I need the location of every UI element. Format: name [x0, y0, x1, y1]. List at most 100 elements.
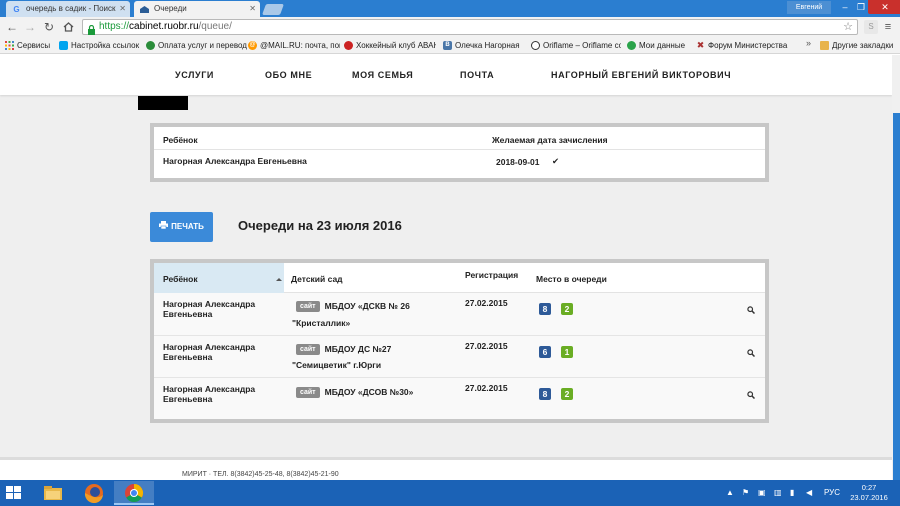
tab-title: очередь в садик - Поиск	[26, 4, 116, 13]
bookmark-other[interactable]: Другие закладки	[820, 39, 900, 52]
file-explorer-icon[interactable]	[33, 481, 73, 505]
chrome-taskbar-icon[interactable]	[114, 481, 154, 505]
address-bar[interactable]: https://cabinet.ruobr.ru/queue/ ☆	[82, 19, 858, 35]
magnifier-icon[interactable]	[747, 344, 756, 358]
site-link-badge[interactable]: сайт	[296, 301, 320, 313]
tab-title: Очереди	[154, 4, 187, 13]
new-tab-button[interactable]	[261, 4, 285, 15]
tray-flag-icon[interactable]: ⚑	[742, 488, 749, 498]
extension-icon[interactable]: S	[864, 20, 878, 34]
bookmark-services[interactable]: Сервисы	[5, 39, 57, 52]
queue-place-badge: 8	[539, 388, 551, 400]
tab-queues[interactable]: Очереди ✕	[134, 1, 260, 17]
bookmark-payments[interactable]: Оплата услуг и перевод	[146, 39, 250, 52]
bookmarks-bar: Сервисы Настройка ссылок Оплата услуг и …	[0, 37, 900, 54]
profile-button[interactable]: Евгений	[787, 1, 831, 14]
magnifier-icon[interactable]	[747, 301, 756, 315]
bookmark-avangard[interactable]: Хоккейный клуб АВАНГАРД	[344, 39, 436, 52]
site-link-badge[interactable]: сайт	[296, 344, 320, 356]
forward-arrow-icon[interactable]: →	[22, 19, 38, 35]
print-button-label: ПЕЧАТЬ	[171, 222, 204, 232]
check-icon: ✔	[552, 156, 560, 166]
reload-icon[interactable]: ↻	[41, 19, 57, 35]
child-name: Нагорная Александра Евгеньевна	[163, 384, 256, 404]
child-table-header: Ребёнок Желаемая дата зачисления	[154, 127, 765, 150]
child-name: Нагорная Александра Евгеньевна	[163, 299, 256, 319]
page-scrollbar[interactable]	[892, 55, 900, 480]
site-navbar: УСЛУГИ ОБО МНЕ МОЯ СЕМЬЯ ПОЧТА НАГОРНЫЙ …	[0, 55, 892, 95]
home-icon[interactable]	[60, 19, 76, 35]
close-window-button[interactable]: ✕	[868, 0, 900, 14]
my-data-icon	[627, 41, 636, 50]
tab-search[interactable]: G очередь в садик - Поиск ✕	[6, 1, 130, 17]
nav-about-me[interactable]: ОБО МНЕ	[265, 70, 312, 80]
tray-display-icon[interactable]: ▣	[758, 488, 766, 498]
bookmark-forum[interactable]: ✖ Форум Министерства	[696, 39, 804, 52]
tray-up-arrow-icon[interactable]: ▲	[726, 488, 734, 498]
bookmark-star-icon[interactable]: ☆	[843, 20, 853, 34]
bookmarks-overflow-button[interactable]: »	[806, 38, 811, 48]
language-indicator[interactable]: РУС	[824, 488, 840, 498]
taskbar-clock[interactable]: 0:27 23.07.2016	[848, 483, 890, 503]
kindergarten-name-line2: "Кристаллик»	[292, 318, 351, 328]
site-favicon-icon	[140, 5, 149, 14]
site-link-badge[interactable]: сайт	[296, 387, 320, 399]
chrome-menu-icon[interactable]: ≡	[882, 20, 894, 34]
back-arrow-icon[interactable]: ←	[4, 19, 20, 35]
windows-taskbar: ▲ ⚑ ▣ ▥ ▮ ◀ РУС 0:27 23.07.2016	[0, 480, 900, 506]
header-kindergarten[interactable]: Детский сад	[291, 274, 343, 284]
redacted-block	[138, 96, 188, 110]
windows-logo-icon	[59, 41, 68, 50]
queue-title: Очереди на 23 июля 2016	[238, 218, 402, 233]
firefox-icon[interactable]	[74, 481, 114, 505]
bookmark-oriflame[interactable]: Oriflame – Oriflame cosmetics	[531, 39, 621, 52]
tray-signal-icon[interactable]: ▮	[790, 488, 794, 498]
queue-place-badge: 1	[561, 346, 573, 358]
bookmark-vk-olechka[interactable]: B Олечка Нагорная	[443, 39, 525, 52]
forum-icon: ✖	[696, 40, 705, 50]
queue-place-badge: 6	[539, 346, 551, 358]
tab-close-icon[interactable]: ✕	[119, 1, 126, 17]
registration-date: 27.02.2015	[465, 341, 508, 351]
kindergarten-name: сайт МБДОУ ДС №27	[296, 344, 391, 356]
registration-date: 27.02.2015	[465, 383, 508, 393]
queue-place-badge: 2	[561, 303, 573, 315]
queue-table-header: Ребёнок Детский сад Регистрация Место в …	[154, 263, 765, 293]
header-desired-date: Желаемая дата зачисления	[492, 135, 608, 145]
queue-place-badge: 2	[561, 388, 573, 400]
desired-date: 2018-09-01	[496, 157, 540, 167]
header-registration[interactable]: Регистрация	[465, 270, 518, 280]
sberbank-icon	[146, 41, 155, 50]
scrollbar-thumb[interactable]	[893, 113, 900, 480]
queue-place-badge: 8	[539, 303, 551, 315]
url-text: https://cabinet.ruobr.ru/queue/	[99, 21, 232, 32]
child-info-panel: Ребёнок Желаемая дата зачисления Нагорна…	[150, 123, 769, 182]
tab-close-icon[interactable]: ✕	[249, 1, 256, 17]
footer-contacts: МИРИТ · ТЕЛ. 8(3842)45-25-48, 8(3842)45-…	[182, 471, 339, 478]
nav-services[interactable]: УСЛУГИ	[175, 70, 214, 80]
nav-user-name[interactable]: НАГОРНЫЙ ЕВГЕНИЙ ВИКТОРОВИЧ	[551, 70, 731, 80]
table-row: Нагорная Александра Евгеньевна сайт МБДОУ…	[154, 293, 765, 336]
kindergarten-name-line2: "Семицветик" г.Юрги	[292, 360, 382, 370]
magnifier-icon[interactable]	[747, 386, 756, 400]
header-child: Ребёнок	[163, 135, 198, 145]
kindergarten-name: сайт МБДОУ «ДСОВ №30»	[296, 387, 413, 399]
child-name: Нагорная Александра Евгеньевна	[163, 156, 307, 166]
tray-network-icon[interactable]: ▥	[774, 488, 782, 498]
tray-volume-icon[interactable]: ◀	[806, 488, 812, 498]
hockey-club-icon	[344, 41, 353, 50]
nav-my-family[interactable]: МОЯ СЕМЬЯ	[352, 70, 413, 80]
bookmark-my-data[interactable]: Мои данные	[627, 39, 691, 52]
header-child-sort[interactable]: Ребёнок	[163, 274, 198, 284]
bookmark-mailru[interactable]: @ @MAIL.RU: почта, поиск	[248, 39, 340, 52]
sort-asc-icon	[276, 278, 282, 281]
header-queue-place[interactable]: Место в очереди	[536, 274, 607, 284]
bookmark-link-settings[interactable]: Настройка ссылок	[59, 39, 143, 52]
print-button[interactable]: ПЕЧАТЬ	[150, 212, 213, 242]
vk-icon: B	[443, 41, 452, 50]
page-content: УСЛУГИ ОБО МНЕ МОЯ СЕМЬЯ ПОЧТА НАГОРНЫЙ …	[0, 55, 892, 480]
page-footer: МИРИТ · ТЕЛ. 8(3842)45-25-48, 8(3842)45-…	[0, 457, 892, 480]
nav-mail[interactable]: ПОЧТА	[460, 70, 494, 80]
start-windows-icon[interactable]	[6, 486, 22, 500]
kindergarten-name: сайт МБДОУ «ДСКВ № 26	[296, 301, 410, 313]
